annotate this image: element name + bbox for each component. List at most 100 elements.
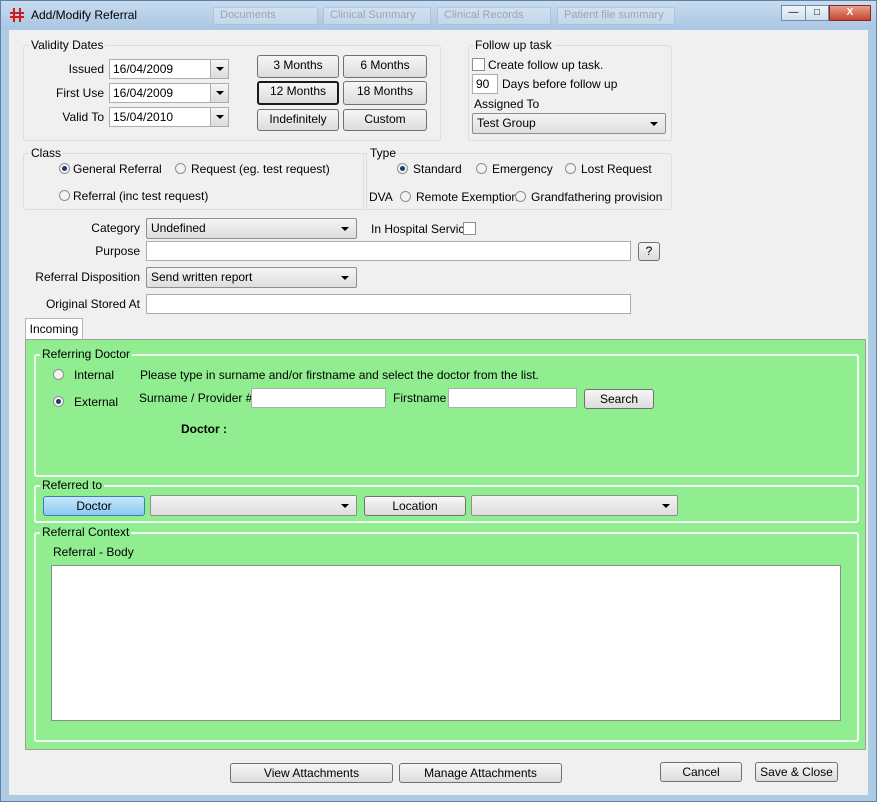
referral-context-label: Referral Context bbox=[40, 525, 132, 539]
create-follow-up-label: Create follow up task. bbox=[488, 58, 604, 72]
issued-date-value: 16/04/2009 bbox=[113, 62, 174, 76]
follow-up-label: Follow up task bbox=[473, 38, 554, 52]
chevron-down-icon[interactable] bbox=[210, 108, 228, 126]
chevron-down-icon bbox=[645, 115, 662, 131]
assigned-to-value: Test Group bbox=[477, 116, 536, 130]
background-tab: Documents bbox=[213, 7, 318, 25]
referral-body-textarea[interactable] bbox=[51, 565, 841, 721]
view-attachments-button[interactable]: View Attachments bbox=[230, 763, 393, 783]
firstname-input[interactable] bbox=[448, 388, 577, 408]
assigned-to-label: Assigned To bbox=[474, 97, 540, 111]
internal-doctor-radio[interactable] bbox=[53, 369, 64, 380]
category-label: Category bbox=[91, 221, 140, 235]
referred-to-location-button[interactable]: Location bbox=[364, 496, 466, 516]
type-lost-request-radio[interactable] bbox=[565, 163, 576, 174]
internal-doctor-label: Internal bbox=[74, 368, 115, 382]
type-emergency-radio[interactable] bbox=[476, 163, 487, 174]
validity-dates-label: Validity Dates bbox=[29, 38, 106, 52]
save-close-button[interactable]: Save & Close bbox=[755, 762, 838, 782]
background-tab: Clinical Summary bbox=[323, 7, 431, 25]
in-hospital-checkbox[interactable] bbox=[463, 222, 476, 235]
purpose-input[interactable] bbox=[146, 241, 631, 261]
period-6-months-button[interactable]: 6 Months bbox=[343, 55, 427, 78]
referred-to-location-dropdown[interactable] bbox=[471, 495, 678, 516]
close-button[interactable]: X bbox=[829, 5, 871, 21]
period-12-months-button[interactable]: 12 Months bbox=[257, 81, 339, 105]
referral-body-label: Referral - Body bbox=[53, 545, 134, 559]
maximize-button[interactable]: □ bbox=[805, 5, 829, 21]
disposition-value: Send written report bbox=[151, 270, 253, 284]
first-use-label: First Use bbox=[56, 86, 104, 100]
referring-doctor-label: Referring Doctor bbox=[40, 347, 133, 361]
chevron-down-icon bbox=[657, 497, 674, 513]
close-icon: X bbox=[846, 7, 854, 18]
chevron-down-icon[interactable] bbox=[210, 60, 228, 78]
period-indefinitely-button[interactable]: Indefinitely bbox=[257, 109, 339, 131]
days-before-label: Days before follow up bbox=[502, 77, 618, 91]
dva-grandfathering-radio[interactable] bbox=[515, 191, 526, 202]
in-hospital-label: In Hospital Service bbox=[371, 222, 472, 236]
type-label: Type bbox=[368, 146, 399, 160]
tab-incoming[interactable]: Incoming bbox=[25, 318, 83, 340]
selected-doctor-label: Doctor : bbox=[181, 422, 227, 436]
class-request-label: Request (eg. test request) bbox=[191, 162, 330, 176]
minimize-icon: — bbox=[788, 7, 799, 18]
maximize-icon: □ bbox=[813, 7, 821, 18]
purpose-label: Purpose bbox=[95, 244, 140, 258]
type-lost-request-label: Lost Request bbox=[581, 162, 652, 176]
external-doctor-radio[interactable] bbox=[53, 396, 64, 407]
chevron-down-icon[interactable] bbox=[210, 84, 228, 102]
minimize-button[interactable]: — bbox=[781, 5, 806, 21]
follow-up-days-input[interactable]: 90 bbox=[472, 74, 498, 94]
class-request-radio[interactable] bbox=[175, 163, 186, 174]
type-standard-label: Standard bbox=[413, 162, 462, 176]
chevron-down-icon bbox=[336, 220, 353, 236]
referred-to-doctor-button[interactable]: Doctor bbox=[43, 496, 145, 516]
class-general-referral-radio[interactable] bbox=[59, 163, 70, 174]
stored-at-label: Original Stored At bbox=[45, 297, 140, 311]
dva-remote-exemption-label: Remote Exemption bbox=[416, 190, 519, 204]
category-value: Undefined bbox=[151, 221, 206, 235]
dva-grandfathering-label: Grandfathering provision bbox=[531, 190, 663, 204]
period-3-months-button[interactable]: 3 Months bbox=[257, 55, 339, 78]
external-doctor-label: External bbox=[74, 395, 119, 409]
dva-label: DVA bbox=[369, 190, 393, 204]
manage-attachments-button[interactable]: Manage Attachments bbox=[399, 763, 562, 783]
assigned-to-dropdown[interactable]: Test Group bbox=[472, 113, 666, 134]
create-follow-up-checkbox[interactable] bbox=[472, 58, 485, 71]
first-use-date-picker[interactable]: 16/04/2009 bbox=[109, 83, 229, 103]
period-18-months-button[interactable]: 18 Months bbox=[343, 81, 427, 105]
referred-to-label: Referred to bbox=[40, 478, 105, 492]
stored-at-input[interactable] bbox=[146, 294, 631, 314]
issued-label: Issued bbox=[68, 62, 104, 76]
first-use-date-value: 16/04/2009 bbox=[113, 86, 174, 100]
valid-to-date-value: 15/04/2010 bbox=[113, 110, 174, 124]
issued-date-picker[interactable]: 16/04/2009 bbox=[109, 59, 229, 79]
class-referral-inc-test-radio[interactable] bbox=[59, 190, 70, 201]
app-logo-icon bbox=[10, 8, 24, 22]
type-emergency-label: Emergency bbox=[492, 162, 553, 176]
title-bar: Add/Modify Referral Documents Clinical S… bbox=[1, 1, 876, 29]
period-custom-button[interactable]: Custom bbox=[343, 109, 427, 131]
class-label: Class bbox=[29, 146, 64, 160]
class-general-referral-label: General Referral bbox=[73, 162, 162, 176]
referral-window: Add/Modify Referral Documents Clinical S… bbox=[0, 0, 877, 802]
doctor-search-instructions: Please type in surname and/or firstname … bbox=[140, 368, 539, 382]
surname-label: Surname / Provider # bbox=[139, 391, 253, 405]
category-dropdown[interactable]: Undefined bbox=[146, 218, 357, 239]
valid-to-date-picker[interactable]: 15/04/2010 bbox=[109, 107, 229, 127]
dva-remote-exemption-radio[interactable] bbox=[400, 191, 411, 202]
purpose-help-button[interactable]: ? bbox=[638, 242, 660, 261]
surname-input[interactable] bbox=[251, 388, 386, 408]
type-standard-radio[interactable] bbox=[397, 163, 408, 174]
background-tab: Patient file summary bbox=[557, 7, 675, 25]
chevron-down-icon bbox=[336, 497, 353, 513]
referred-to-doctor-dropdown[interactable] bbox=[150, 495, 357, 516]
cancel-button[interactable]: Cancel bbox=[660, 762, 742, 782]
window-title: Add/Modify Referral bbox=[31, 8, 138, 22]
disposition-dropdown[interactable]: Send written report bbox=[146, 267, 357, 288]
firstname-label: Firstname bbox=[393, 391, 447, 405]
doctor-search-button[interactable]: Search bbox=[584, 389, 654, 409]
valid-to-label: Valid To bbox=[62, 110, 104, 124]
disposition-label: Referral Disposition bbox=[35, 270, 140, 284]
